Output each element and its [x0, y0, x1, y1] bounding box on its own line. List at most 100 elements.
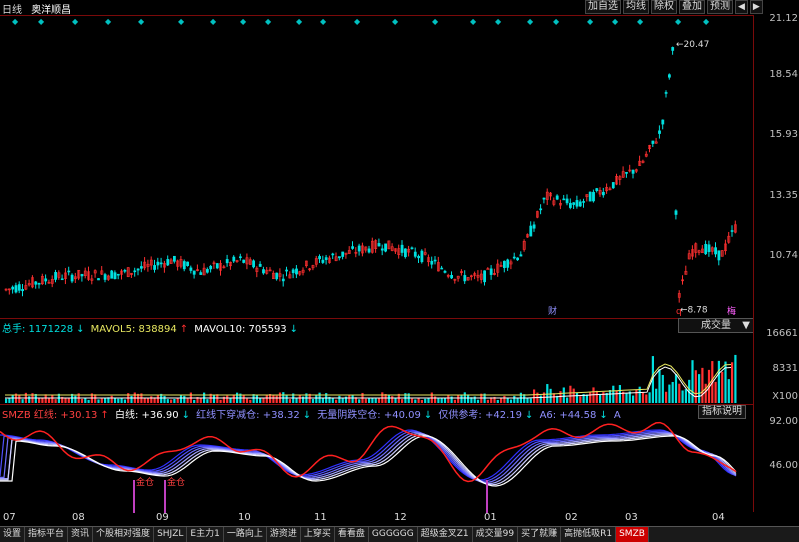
add-watchlist-button[interactable]: 加自选 [585, 0, 621, 14]
prev-arrow-icon[interactable]: ◀ [735, 0, 748, 14]
event-marker-icon[interactable]: ◆ [392, 17, 399, 26]
volume-bar [684, 389, 687, 403]
smzb-indicator-chart[interactable]: 金仓 金仓 [0, 405, 753, 513]
volume-bar [721, 371, 724, 403]
bottom-tab[interactable]: 高抛低吸R1 [561, 527, 617, 542]
next-arrow-icon[interactable]: ▶ [749, 0, 763, 14]
bottom-tab[interactable]: 成交量99 [473, 527, 519, 542]
candle-body [565, 198, 569, 204]
event-marker-icon[interactable]: ◆ [432, 17, 439, 26]
event-marker-icon[interactable]: ◆ [703, 17, 710, 26]
event-marker-icon[interactable]: ◆ [178, 17, 185, 26]
event-marker-icon[interactable]: ◆ [296, 17, 303, 26]
down-arrow-icon: ↓ [76, 324, 85, 335]
ex-rights-button[interactable]: 除权 [651, 0, 677, 14]
moving-average-button[interactable]: 均线 [623, 0, 649, 14]
indicator-select[interactable]: 成交量 ▼ [678, 318, 754, 333]
bottom-tab[interactable]: 个股相对强度 [93, 527, 155, 542]
bottom-tab[interactable]: SHJZL [154, 527, 188, 542]
bottom-tab[interactable]: 设置 [0, 527, 26, 542]
volume-bar [374, 398, 377, 403]
candle-body [136, 268, 140, 271]
volume-bar [457, 394, 460, 403]
info-marker[interactable]: 梅 [727, 305, 736, 317]
forecast-button[interactable]: 预测 [707, 0, 733, 14]
volume-bar [569, 385, 572, 403]
bottom-tab[interactable]: 上穿买 [301, 527, 335, 542]
event-marker-icon[interactable]: ◆ [495, 17, 502, 26]
volume-bar [371, 398, 374, 403]
q-marker[interactable]: q [676, 307, 682, 317]
volume-bar [173, 398, 176, 403]
event-marker-icon[interactable]: ◆ [354, 17, 361, 26]
event-marker-icon[interactable]: ◆ [470, 17, 477, 26]
bottom-tab[interactable]: 一路向上 [224, 527, 267, 542]
volume-bar [387, 394, 390, 403]
bottom-tab[interactable]: E主力1 [187, 527, 224, 542]
bottom-tab[interactable]: SMZB [616, 527, 649, 542]
volume-bar [206, 399, 209, 403]
volume-bar [143, 398, 146, 403]
volume-bar [232, 394, 235, 403]
event-marker-icon[interactable]: ◆ [105, 17, 112, 26]
candle-body [199, 272, 203, 275]
volume-bar [242, 394, 245, 403]
event-marker-icon[interactable]: ◆ [72, 17, 79, 26]
candle-body [209, 265, 213, 270]
event-marker-icon[interactable]: ◆ [138, 17, 145, 26]
indicator-explain-button[interactable]: 指标说明 [698, 405, 746, 419]
candle-body [601, 191, 605, 196]
candlestick-chart[interactable]: ◆ ◆ ◆ ◆ ◆ ◆ ◆ ◆ ◆ ◆ ◆ ◆ ◆ ◆ ◆ ◆ ◆ ◆ ◆ ◆ ◆ ◆ ◆ ←20.47 ←8.78 财 q 梅 [0, 16, 753, 319]
candle-body [192, 270, 196, 275]
event-marker-icon[interactable]: ◆ [320, 17, 327, 26]
price-tick-5: 10.74 [769, 250, 798, 261]
up-arrow-icon: ↑ [179, 324, 189, 335]
volume-bar [516, 397, 519, 403]
bottom-tab[interactable]: 资讯 [68, 527, 94, 542]
volume-bar [701, 367, 704, 403]
candle-body [337, 256, 341, 259]
volume-legend: 总手: 1171228 ↓ MAVOL5: 838894 ↑ MAVOL10: 70… [2, 320, 301, 335]
indicator-select-value: 成交量 [701, 320, 731, 331]
price-panel[interactable]: ◆ ◆ ◆ ◆ ◆ ◆ ◆ ◆ ◆ ◆ ◆ ◆ ◆ ◆ ◆ ◆ ◆ ◆ ◆ ◆ ◆ ◆ ◆ ←20.47 ←8.78 财 q 梅 [0, 15, 753, 319]
bottom-tab[interactable]: 买了就赚 [518, 527, 562, 542]
volume-panel[interactable]: 总手: 1171228 ↓ MAVOL5: 838894 ↑ MAVOL10: 70… [0, 318, 753, 405]
event-marker-icon[interactable]: ◆ [38, 17, 45, 26]
event-marker-icon[interactable]: ◆ [612, 17, 619, 26]
volume-bar [51, 394, 54, 403]
volume-bar [351, 394, 354, 403]
event-marker-icon[interactable]: ◆ [553, 17, 560, 26]
event-marker-icon[interactable]: ◆ [265, 17, 272, 26]
volume-bar [589, 392, 592, 403]
bottom-tab[interactable]: 超级金叉Z1 [418, 527, 473, 542]
event-marker-icon[interactable]: ◆ [240, 17, 247, 26]
volume-bar [476, 399, 480, 403]
volume-bar [575, 392, 579, 403]
signal-label: 金仓 [167, 476, 185, 488]
candle-body [14, 285, 18, 293]
event-marker-icon[interactable]: ◆ [637, 17, 644, 26]
indicator-panel[interactable]: SMZB 红线: +30.13 ↑ 白线: +36.90 ↓ 红线下穿减仓: +38… [0, 404, 753, 513]
volume-bar [123, 399, 126, 403]
volume-bar [249, 399, 252, 403]
bottom-tab[interactable]: 游资进 [267, 527, 301, 542]
event-marker-icon[interactable]: ◆ [675, 17, 682, 26]
candle-body [588, 191, 592, 202]
event-marker-icon[interactable]: ◆ [210, 17, 217, 26]
volume-bar [615, 390, 618, 403]
volume-bar [44, 394, 47, 403]
volume-bar [420, 399, 423, 403]
bottom-tab[interactable]: GGGGGG [369, 527, 418, 542]
candle-body [661, 119, 665, 125]
bottom-tab[interactable]: 看看盘 [335, 527, 369, 542]
volume-bar [566, 397, 569, 403]
finance-marker[interactable]: 财 [548, 305, 557, 317]
candle-body [156, 261, 160, 266]
down-arrow-icon: ↓ [289, 324, 299, 335]
event-marker-icon[interactable]: ◆ [527, 17, 534, 26]
bottom-tab[interactable]: 指标平台 [25, 527, 69, 542]
candle-body [611, 182, 615, 189]
overlay-button[interactable]: 叠加 [679, 0, 705, 14]
event-marker-icon[interactable]: ◆ [587, 17, 594, 26]
event-marker-icon[interactable]: ◆ [12, 17, 19, 26]
